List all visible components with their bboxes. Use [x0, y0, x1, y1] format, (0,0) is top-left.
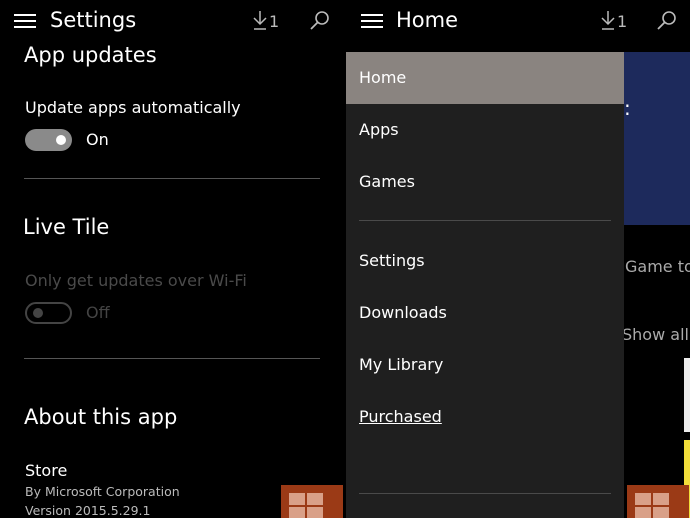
- featured-banner[interactable]: [623, 52, 690, 225]
- nav-item-label: Home: [359, 68, 407, 87]
- download-icon[interactable]: [601, 10, 615, 30]
- nav-item-games[interactable]: Games: [346, 156, 624, 208]
- app-name: Store: [25, 461, 68, 480]
- featured-banner-glyph: :: [624, 96, 631, 120]
- download-icon[interactable]: [253, 10, 267, 30]
- live-tile-heading: Live Tile: [23, 215, 110, 239]
- menu-divider: [359, 493, 611, 494]
- nav-item-label: Games: [359, 172, 415, 191]
- about-this-app-heading: About this app: [24, 405, 178, 429]
- menu-divider: [359, 220, 611, 221]
- nav-item-downloads[interactable]: Downloads: [346, 287, 624, 339]
- nav-item-label: My Library: [359, 355, 444, 374]
- hamburger-menu-icon[interactable]: [361, 14, 383, 28]
- nav-item-apps[interactable]: Apps: [346, 104, 624, 156]
- settings-top-bar: Settings 1: [0, 0, 346, 44]
- nav-item-label: Purchased: [359, 407, 442, 426]
- update-apps-automatically-toggle[interactable]: [25, 129, 72, 151]
- watermark-logo: [627, 485, 689, 518]
- nav-item-home[interactable]: Home: [346, 52, 624, 104]
- home-screen: Home 1 : Game top Show all Home Apps Gam…: [346, 0, 690, 518]
- download-count[interactable]: 1: [617, 12, 627, 31]
- app-version: Version 2015.5.29.1: [25, 503, 151, 518]
- nav-item-purchased[interactable]: Purchased: [346, 391, 624, 443]
- watermark-logo: [281, 485, 343, 518]
- settings-screen: Settings 1 App updates Update apps autom…: [0, 0, 346, 518]
- page-title: Home: [396, 8, 459, 32]
- nav-item-settings[interactable]: Settings: [346, 235, 624, 287]
- app-tile[interactable]: [684, 358, 690, 432]
- download-count[interactable]: 1: [269, 12, 279, 31]
- update-apps-toggle-state: On: [86, 130, 109, 149]
- app-publisher: By Microsoft Corporation: [25, 484, 180, 499]
- home-top-bar: Home 1: [346, 0, 690, 44]
- game-top-heading: Game top: [625, 257, 690, 276]
- section-divider: [24, 178, 320, 179]
- search-icon[interactable]: [309, 10, 331, 32]
- nav-item-my-library[interactable]: My Library: [346, 339, 624, 391]
- wifi-toggle-state: Off: [86, 303, 110, 322]
- search-icon[interactable]: [656, 10, 678, 32]
- update-apps-automatically-label: Update apps automatically: [25, 98, 241, 117]
- hamburger-menu-icon[interactable]: [14, 14, 36, 28]
- nav-item-label: Settings: [359, 251, 425, 270]
- wifi-only-updates-label: Only get updates over Wi-Fi: [25, 271, 247, 290]
- app-updates-heading: App updates: [24, 43, 157, 67]
- wifi-only-updates-toggle[interactable]: [25, 302, 72, 324]
- nav-item-label: Apps: [359, 120, 399, 139]
- navigation-drawer: Home Apps Games Settings Downloads My Li…: [346, 52, 624, 518]
- show-all-link[interactable]: Show all: [622, 325, 689, 344]
- nav-item-label: Downloads: [359, 303, 447, 322]
- section-divider: [24, 358, 320, 359]
- page-title: Settings: [50, 8, 137, 32]
